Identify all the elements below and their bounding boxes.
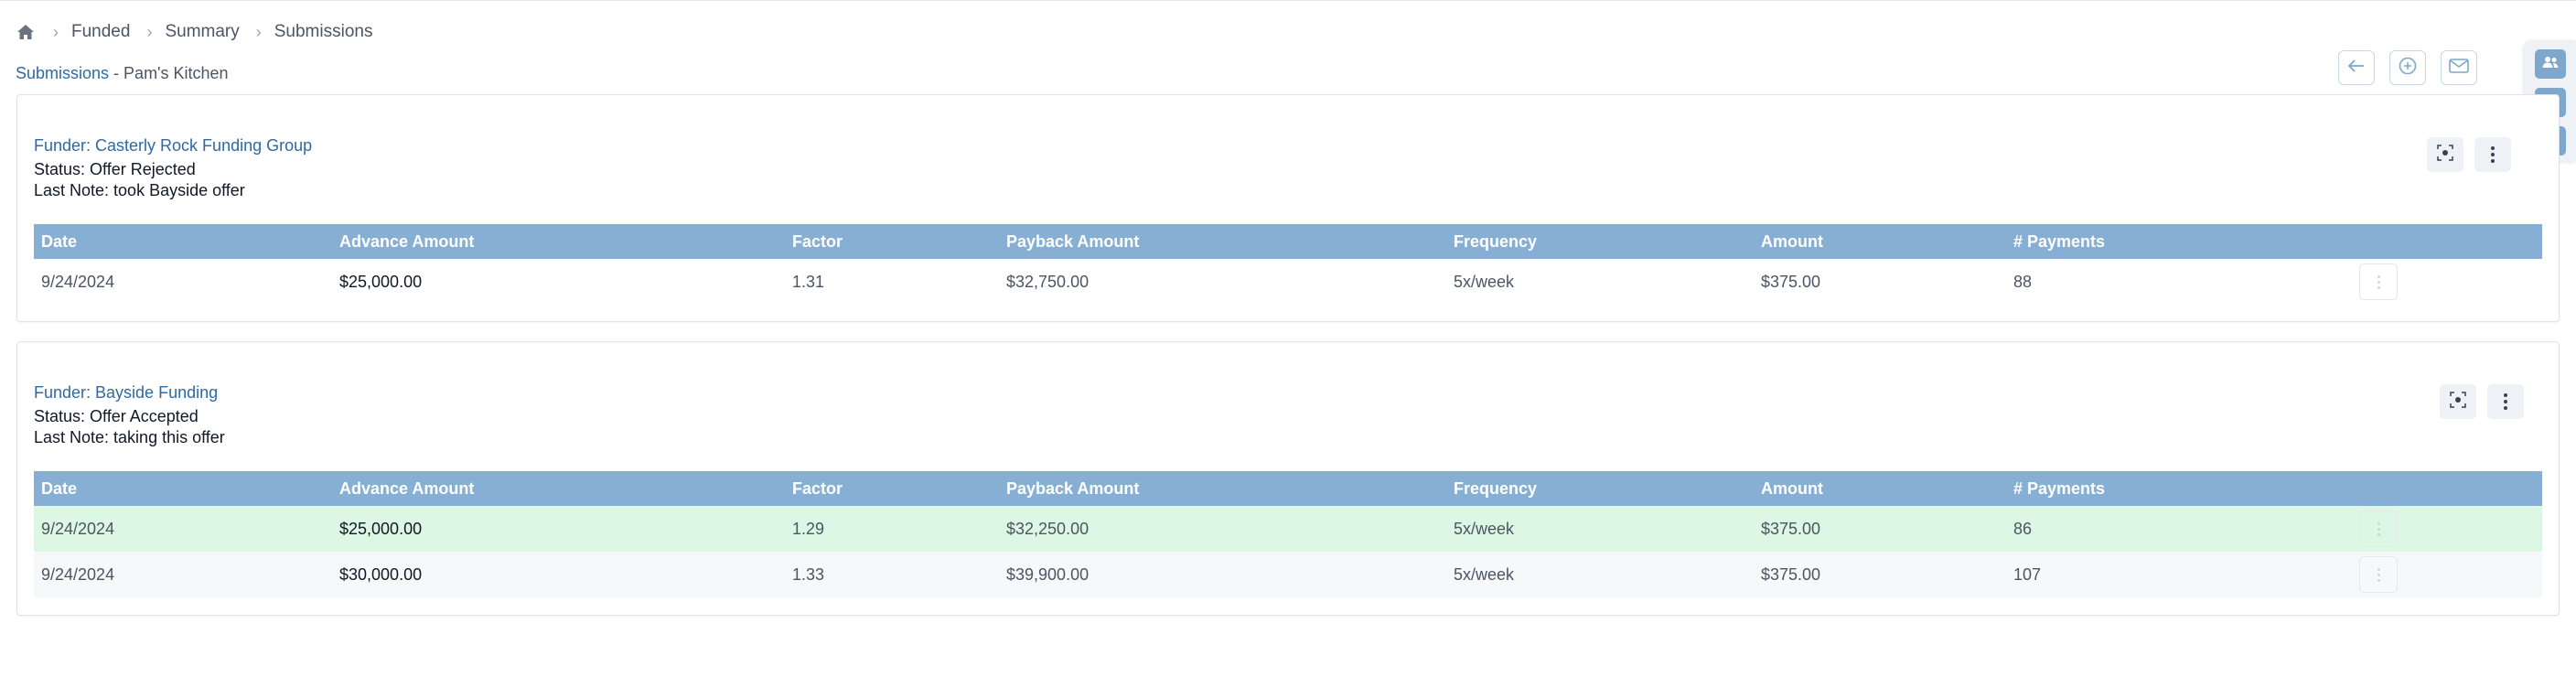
- back-button[interactable]: [2338, 50, 2375, 85]
- table-row: 9/24/2024 $25,000.00 1.31 $32,750.00 5x/…: [34, 259, 2542, 305]
- submission-status: Status: Offer Accepted: [34, 407, 199, 425]
- submission-card: Funder: Bayside Funding Status: Offer Ac…: [16, 341, 2560, 616]
- offers-table: Date Advance Amount Factor Payback Amoun…: [34, 471, 2542, 597]
- page-toolbar: [2338, 50, 2477, 85]
- arrow-left-icon: [2347, 59, 2365, 77]
- column-header-factor: Factor: [792, 478, 843, 498]
- row-menu-button[interactable]: [2359, 556, 2398, 593]
- chevron-right-icon: ›: [255, 22, 262, 41]
- column-header-date: Date: [41, 231, 78, 251]
- merchant-name: Pam's Kitchen: [123, 64, 229, 82]
- breadcrumb-submissions[interactable]: Submissions: [274, 22, 373, 42]
- submission-last-note: Last Note: took Bayside offer: [34, 181, 245, 199]
- cell-factor: 1.29: [792, 519, 825, 538]
- column-header-factor: Factor: [792, 231, 843, 251]
- email-button[interactable]: [2441, 50, 2477, 85]
- contacts-button[interactable]: [2535, 49, 2566, 79]
- submission-status: Status: Offer Rejected: [34, 160, 196, 178]
- column-header-frequency: Frequency: [1454, 231, 1538, 251]
- column-header-advance: Advance Amount: [339, 231, 475, 251]
- add-submission-button[interactable]: [2389, 50, 2426, 85]
- table-header: Date Advance Amount Factor Payback Amoun…: [34, 224, 2542, 259]
- card-actions: [2440, 384, 2524, 419]
- cell-actions: [2352, 556, 2407, 593]
- offers-table: Date Advance Amount Factor Payback Amoun…: [34, 224, 2542, 305]
- column-header-payments: # Payments: [2013, 478, 2106, 498]
- column-header-payments: # Payments: [2013, 231, 2106, 251]
- column-header-date: Date: [41, 478, 78, 498]
- cell-payback: $39,900.00: [1006, 564, 1089, 584]
- submission-card: Funder: Casterly Rock Funding Group Stat…: [16, 94, 2560, 322]
- row-menu-button[interactable]: [2359, 510, 2398, 547]
- submissions-link[interactable]: Submissions: [16, 64, 109, 82]
- breadcrumb-summary[interactable]: Summary: [165, 22, 239, 42]
- column-header-advance: Advance Amount: [339, 478, 475, 498]
- more-options-button[interactable]: [2487, 384, 2524, 419]
- cell-factor: 1.33: [792, 564, 825, 584]
- chevron-right-icon: ›: [146, 22, 153, 41]
- table-header: Date Advance Amount Factor Payback Amoun…: [34, 471, 2542, 506]
- more-options-button[interactable]: [2474, 137, 2511, 172]
- table-row: 9/24/2024 $30,000.00 1.33 $39,900.00 5x/…: [34, 552, 2542, 597]
- more-vertical-icon: [2491, 146, 2495, 163]
- cell-payback: $32,750.00: [1006, 272, 1089, 291]
- column-header-payback: Payback Amount: [1006, 231, 1140, 251]
- cell-frequency: 5x/week: [1454, 519, 1515, 538]
- cell-amount: $375.00: [1761, 564, 1821, 584]
- focus-button[interactable]: [2427, 137, 2463, 172]
- contacts-icon: [2542, 56, 2559, 73]
- cell-amount: $375.00: [1761, 272, 1821, 291]
- cell-actions: [2352, 510, 2407, 547]
- submission-last-note: Last Note: taking this offer: [34, 428, 225, 446]
- cell-date: 9/24/2024: [41, 564, 115, 584]
- plus-circle-icon: [2399, 57, 2417, 80]
- cell-advance: $25,000.00: [339, 519, 423, 538]
- cell-factor: 1.31: [792, 272, 825, 291]
- cell-date: 9/24/2024: [41, 519, 115, 538]
- more-vertical-icon: [2504, 393, 2507, 410]
- more-vertical-icon: [2377, 521, 2380, 536]
- more-vertical-icon: [2377, 567, 2380, 582]
- focus-button[interactable]: [2440, 384, 2476, 419]
- scan-icon: [2437, 144, 2453, 166]
- column-header-frequency: Frequency: [1454, 478, 1538, 498]
- card-actions: [2427, 137, 2511, 172]
- cell-advance: $30,000.00: [339, 564, 423, 584]
- cell-payback: $32,250.00: [1006, 519, 1089, 538]
- cell-date: 9/24/2024: [41, 272, 115, 291]
- cell-frequency: 5x/week: [1454, 564, 1515, 584]
- cell-payments: 107: [2013, 564, 2042, 584]
- cell-payments: 88: [2013, 272, 2033, 291]
- page-title: Submissions - Pam's Kitchen: [16, 64, 229, 83]
- table-row-accepted: 9/24/2024 $25,000.00 1.29 $32,250.00 5x/…: [34, 506, 2542, 552]
- home-icon[interactable]: [16, 23, 37, 41]
- breadcrumb-funded[interactable]: Funded: [71, 22, 130, 42]
- heading-separator: -: [109, 64, 124, 82]
- cell-actions: [2352, 263, 2407, 300]
- row-menu-button[interactable]: [2359, 263, 2398, 300]
- chevron-right-icon: ›: [53, 22, 59, 41]
- column-header-amount: Amount: [1761, 231, 1823, 251]
- mail-icon: [2449, 58, 2469, 78]
- cell-advance: $25,000.00: [339, 272, 423, 291]
- column-header-amount: Amount: [1761, 478, 1823, 498]
- funder-link[interactable]: Funder: Bayside Funding: [34, 383, 218, 403]
- scan-icon: [2450, 391, 2466, 413]
- top-divider: [0, 0, 2576, 4]
- cell-amount: $375.00: [1761, 519, 1821, 538]
- cell-payments: 86: [2013, 519, 2033, 538]
- breadcrumb: › Funded › Summary › Submissions: [16, 18, 372, 46]
- cell-frequency: 5x/week: [1454, 272, 1515, 291]
- column-header-payback: Payback Amount: [1006, 478, 1140, 498]
- funder-link[interactable]: Funder: Casterly Rock Funding Group: [34, 136, 312, 156]
- more-vertical-icon: [2377, 274, 2380, 289]
